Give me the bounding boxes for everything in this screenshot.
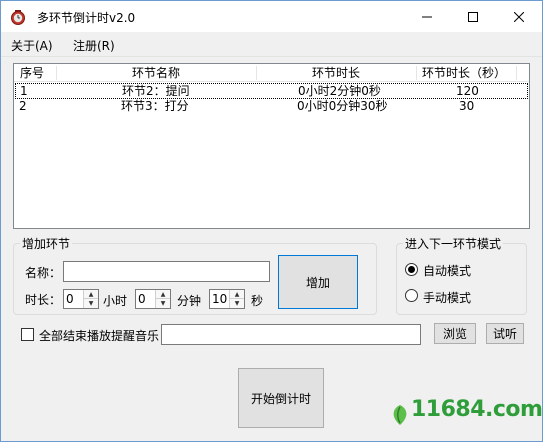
table-row[interactable]: 2 环节3：打分 0小时0分钟30秒 30 [15,99,528,115]
seconds-unit-label: 秒 [251,294,264,308]
chevron-down-icon[interactable]: ▼ [156,299,170,308]
duration-label: 时长： [25,293,62,307]
leaf-logo-icon [393,405,407,425]
watermark-text: 11684.com [411,397,543,422]
end-music-label[interactable]: 全部结束播放提醒音乐 [39,327,159,344]
row-seconds: 30 [459,99,475,113]
chevron-up-icon[interactable]: ▲ [230,290,244,299]
minimize-button[interactable] [404,1,450,32]
seconds-stepper[interactable]: 10 ▲ ▼ [209,289,245,309]
row-index: 1 [20,84,28,98]
window-title: 多环节倒计时v2.0 [37,11,136,25]
menu-register[interactable]: 注册(R) [73,37,115,54]
column-header-name[interactable]: 环节名称 [132,64,180,82]
column-divider[interactable] [56,66,57,80]
chevron-up-icon[interactable]: ▲ [84,290,98,299]
browse-button[interactable]: 浏览 [434,323,476,344]
minutes-stepper[interactable]: 0 ▲ ▼ [135,289,171,309]
maximize-button[interactable] [450,1,496,32]
table-row[interactable]: 1 环节2：提问 0小时2分钟0秒 120 [15,83,528,99]
music-path-input[interactable] [161,324,421,345]
row-duration: 0小时0分钟30秒 [297,99,388,113]
minimize-icon [422,16,432,17]
title-bar[interactable]: 多环节倒计时v2.0 [1,1,542,32]
manual-mode-label[interactable]: 手动模式 [423,289,471,306]
start-countdown-button[interactable]: 开始倒计时 [238,368,324,428]
stepper-arrows: ▲ ▼ [83,290,98,308]
list-header: 序号 环节名称 环节时长 环节时长（秒） [14,64,529,82]
segment-list[interactable]: 序号 环节名称 环节时长 环节时长（秒） 1 环节2：提问 0小时2分钟0秒 1… [13,63,530,229]
column-header-seconds[interactable]: 环节时长（秒） [422,64,506,82]
app-window: 多环节倒计时v2.0 关于(A) 注册(R) 序号 环节名称 环节时长 环节时长… [0,0,543,442]
menu-about[interactable]: 关于(A) [11,37,53,54]
hours-unit-label: 小时 [103,294,128,308]
stepper-arrows: ▲ ▼ [229,290,244,308]
row-name: 环节3：打分 [121,99,189,113]
chevron-down-icon[interactable]: ▼ [230,299,244,308]
watermark: 11684.com [387,397,543,433]
column-divider[interactable] [256,66,257,80]
minutes-unit-label: 分钟 [177,294,202,308]
column-divider[interactable] [516,66,517,80]
close-icon [514,11,524,22]
app-clock-icon [11,10,25,25]
manual-mode-radio[interactable] [405,289,418,302]
column-divider[interactable] [416,66,417,80]
auto-mode-radio[interactable] [405,263,418,276]
hours-stepper[interactable]: 0 ▲ ▼ [63,289,99,309]
test-listen-button[interactable]: 试听 [486,323,524,344]
end-music-checkbox[interactable] [21,328,34,341]
mode-group-title: 进入下一环节模式 [403,235,504,252]
minutes-value: 0 [138,292,146,306]
stepper-arrows: ▲ ▼ [155,290,170,308]
name-label: 名称： [25,266,62,280]
row-duration: 0小时2分钟0秒 [298,84,381,98]
row-name: 环节2：提问 [122,84,190,98]
maximize-icon [468,11,478,22]
add-segment-group-title: 增加环节 [20,235,73,252]
row-seconds: 120 [456,84,479,98]
menu-bar: 关于(A) 注册(R) [1,32,542,57]
row-index: 2 [19,99,27,113]
chevron-down-icon[interactable]: ▼ [84,299,98,308]
column-header-duration[interactable]: 环节时长 [312,64,360,82]
close-button[interactable] [496,1,542,32]
column-header-index[interactable]: 序号 [20,64,44,82]
chevron-up-icon[interactable]: ▲ [156,290,170,299]
add-segment-button[interactable]: 增加 [278,255,358,309]
segment-name-input[interactable] [63,261,270,282]
hours-value: 0 [66,292,74,306]
auto-mode-label[interactable]: 自动模式 [423,262,471,279]
seconds-value: 10 [212,292,228,306]
